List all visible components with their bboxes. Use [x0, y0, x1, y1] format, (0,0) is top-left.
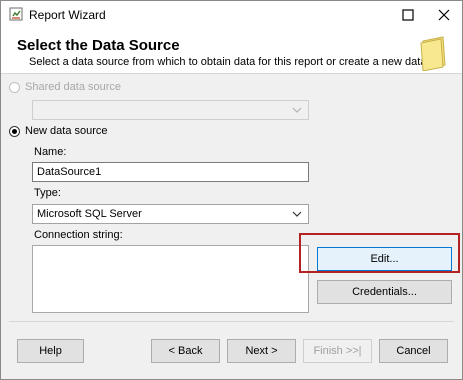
name-field-value: DataSource1: [37, 166, 102, 178]
type-combo[interactable]: Microsoft SQL Server: [32, 204, 309, 224]
footer-divider: [9, 321, 454, 322]
title-bar[interactable]: Report Wizard: [1, 1, 462, 29]
name-label: Name:: [34, 146, 67, 158]
wizard-document-icon: [420, 36, 446, 71]
page-title: Select the Data Source: [17, 37, 180, 54]
back-button[interactable]: < Back: [151, 339, 220, 363]
next-button[interactable]: Next >: [227, 339, 296, 363]
close-icon: [438, 9, 450, 21]
finish-button[interactable]: Finish >>|: [303, 339, 372, 363]
help-button[interactable]: Help: [17, 339, 84, 363]
type-combo-value: Microsoft SQL Server: [37, 208, 142, 220]
new-data-source-radio[interactable]: [9, 126, 20, 137]
report-wizard-window: Report Wizard Select the Data Source Sel…: [0, 0, 463, 380]
report-wizard-app-icon: [9, 7, 23, 21]
connection-string-label: Connection string:: [34, 229, 123, 241]
close-button[interactable]: [426, 1, 462, 29]
window-title: Report Wizard: [29, 8, 106, 22]
maximize-icon: [402, 9, 414, 21]
new-data-source-label: New data source: [25, 125, 108, 137]
name-field[interactable]: DataSource1: [32, 162, 309, 182]
shared-data-source-combo[interactable]: [32, 100, 309, 120]
maximize-button[interactable]: [390, 1, 426, 29]
chevron-down-icon: [292, 211, 302, 217]
cancel-button[interactable]: Cancel: [379, 339, 448, 363]
credentials-button[interactable]: Credentials...: [317, 280, 452, 304]
edit-button-highlight: [299, 233, 460, 273]
type-label: Type:: [34, 187, 61, 199]
chevron-down-icon: [292, 107, 302, 113]
shared-data-source-label: Shared data source: [25, 81, 122, 93]
wizard-header: Select the Data Source Select a data sou…: [1, 29, 462, 74]
page-subtitle: Select a data source from which to obtai…: [29, 56, 427, 68]
connection-string-input[interactable]: [32, 245, 309, 313]
shared-data-source-radio[interactable]: [9, 82, 20, 93]
